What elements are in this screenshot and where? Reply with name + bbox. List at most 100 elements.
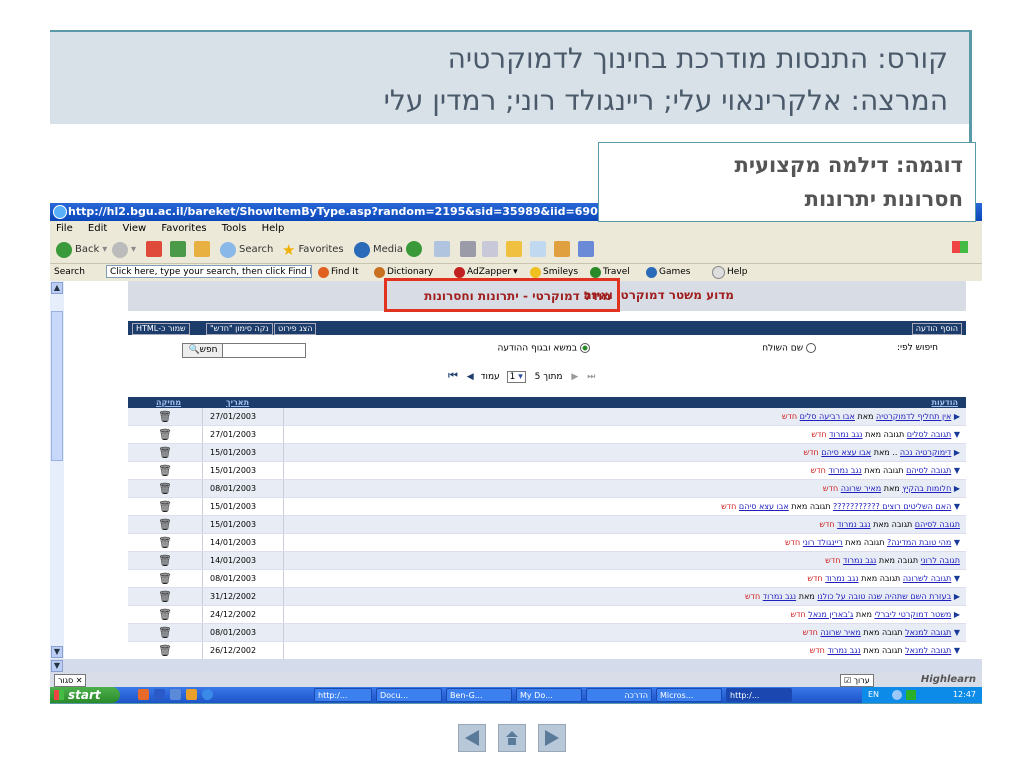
trash-icon[interactable]: 🗑 — [128, 534, 203, 551]
author-link[interactable]: אבו רביעה סלים — [800, 412, 855, 421]
edit-icon[interactable] — [482, 241, 498, 257]
tray-network-icon[interactable] — [892, 690, 902, 700]
thread-marker-icon[interactable]: ▶ — [954, 484, 960, 493]
author-link[interactable]: נגב נמרוד — [763, 592, 796, 601]
message-link[interactable]: האם השליטים רוצים ??????????? — [833, 502, 951, 511]
search-option-sender[interactable]: שם השולח — [762, 343, 816, 354]
message-link[interactable]: תגובה למנאל — [905, 646, 951, 655]
close-button[interactable]: סגור ✕ — [54, 674, 87, 687]
author-link[interactable]: אבו עצא סיהם — [739, 502, 789, 511]
start-button[interactable]: start — [50, 687, 120, 703]
links-search-field[interactable]: Click here, type your search, then click… — [106, 265, 312, 278]
search-option-subject[interactable]: במשא ובגוף ההודעה — [497, 343, 590, 354]
message-link[interactable]: תגובה לסיהם — [915, 520, 960, 529]
message-link[interactable]: תגובה לסלים — [907, 430, 952, 439]
task-http-2[interactable]: http:/... — [726, 688, 792, 702]
horizontal-scrollbar[interactable]: ▼ — [50, 659, 982, 673]
quicklaunch-powerpoint-icon[interactable] — [138, 689, 149, 700]
stop-icon[interactable] — [146, 241, 162, 257]
task-http-1[interactable]: http:/... — [314, 688, 372, 702]
search-input[interactable] — [222, 343, 306, 358]
show-details-button[interactable]: הצג פירוט — [274, 323, 317, 335]
tray-app-icon[interactable] — [906, 690, 916, 700]
author-link[interactable]: אבו עצא סיהם — [821, 448, 871, 457]
radio-sender[interactable] — [806, 343, 816, 353]
thread-marker-icon[interactable]: ▼ — [954, 628, 960, 637]
discuss-icon[interactable] — [530, 241, 546, 257]
favorites-button[interactable]: ★ Favorites — [282, 241, 344, 259]
folder-icon[interactable] — [506, 241, 522, 257]
search-button[interactable]: Search — [220, 241, 273, 259]
thread-marker-icon[interactable]: ▼ — [954, 502, 960, 511]
col-date[interactable]: תאריך — [226, 397, 249, 408]
message-link[interactable]: חלומות בהקיץ — [902, 484, 951, 493]
author-link[interactable]: מאיר שרונה — [820, 628, 860, 637]
thread-marker-icon[interactable]: ▼ — [954, 466, 960, 475]
trash-icon[interactable]: 🗑 — [128, 480, 203, 497]
thread-marker-icon[interactable]: ▶ — [954, 610, 960, 619]
quicklaunch-ie-icon[interactable] — [202, 689, 213, 700]
thread-marker-icon[interactable]: ▼ — [954, 430, 960, 439]
thread-marker-icon[interactable]: ▼ — [954, 574, 960, 583]
message-link[interactable]: תגובה למנאל — [905, 628, 951, 637]
task-my-documents[interactable]: My Do... — [516, 688, 582, 702]
author-link[interactable]: נגב נמרוד — [828, 466, 861, 475]
trash-icon[interactable]: 🗑 — [128, 426, 203, 443]
message-link[interactable]: בעזרת השם שתהיה שנה טובה על כולנו — [817, 592, 951, 601]
message-link[interactable]: אין תחליף לדמוקרטיה — [876, 412, 951, 421]
media-button[interactable]: Media — [354, 241, 403, 259]
trash-icon[interactable]: 🗑 — [128, 516, 203, 533]
menu-help[interactable]: Help — [262, 223, 285, 234]
mail-icon[interactable] — [434, 241, 450, 257]
search-submit-button[interactable]: חפש🔍 — [182, 343, 224, 358]
thread-marker-icon[interactable]: ▶ — [954, 412, 960, 421]
save-html-button[interactable]: שמור כ-HTML — [132, 323, 190, 335]
menu-file[interactable]: File — [56, 223, 73, 234]
messenger-icon[interactable] — [578, 241, 594, 257]
thread-marker-icon[interactable]: ▶ — [954, 448, 960, 457]
next-page-icon[interactable]: ▶ — [571, 372, 578, 382]
add-message-button[interactable]: הוסף הודעה — [911, 323, 962, 335]
home-icon[interactable] — [194, 241, 210, 257]
quicklaunch-outlook-icon[interactable] — [170, 689, 181, 700]
first-page-icon[interactable]: ⏮ — [448, 369, 458, 382]
vertical-scrollbar[interactable]: ▲ ▼ — [50, 281, 65, 659]
menu-tools[interactable]: Tools — [222, 223, 247, 234]
prev-page-icon[interactable]: ◀ — [467, 372, 474, 382]
message-link[interactable]: תגובה לרוני — [921, 556, 960, 565]
trash-icon[interactable]: 🗑 — [128, 462, 203, 479]
author-link[interactable]: נגב נמרוד — [837, 520, 870, 529]
task-hadracha[interactable]: הדרכה — [586, 688, 652, 702]
scroll-thumb[interactable] — [51, 311, 63, 461]
thread-marker-icon[interactable]: ▼ — [954, 538, 960, 547]
task-microsoft[interactable]: Micros... — [656, 688, 722, 702]
back-button[interactable]: Back ▾ — [56, 241, 107, 259]
col-messages[interactable]: הודעות — [932, 397, 958, 408]
trash-icon[interactable]: 🗑 — [128, 588, 203, 605]
task-ben-gurion[interactable]: Ben-G... — [446, 688, 512, 702]
language-indicator[interactable]: EN — [868, 687, 879, 703]
scroll-down-icon[interactable]: ▼ — [51, 646, 63, 658]
author-link[interactable]: ריינגולד רוני — [803, 538, 843, 547]
trash-icon[interactable]: 🗑 — [128, 552, 203, 569]
trash-icon[interactable]: 🗑 — [128, 408, 203, 425]
history-icon[interactable] — [406, 241, 422, 257]
radio-subject[interactable] — [580, 343, 590, 353]
author-link[interactable]: נגב נמרוד — [827, 646, 860, 655]
message-link[interactable]: מהי טובת המדינה? — [887, 538, 951, 547]
author-link[interactable]: מאיר שרונה — [841, 484, 881, 493]
trash-icon[interactable]: 🗑 — [128, 498, 203, 515]
message-link[interactable]: תגובה לסיהם — [906, 466, 951, 475]
link-games[interactable]: Games — [646, 264, 690, 281]
thread-marker-icon[interactable]: ▼ — [954, 646, 960, 655]
task-documents[interactable]: Docu... — [376, 688, 442, 702]
author-link[interactable]: נגב נמרוד — [829, 430, 862, 439]
menu-edit[interactable]: Edit — [88, 223, 107, 234]
home-slide-button[interactable] — [498, 724, 526, 752]
link-help[interactable]: Help — [712, 264, 748, 281]
refresh-icon[interactable] — [170, 241, 186, 257]
trash-icon[interactable]: 🗑 — [128, 624, 203, 641]
next-slide-button[interactable] — [538, 724, 566, 752]
last-page-icon[interactable]: ⏭ — [587, 372, 595, 382]
menu-view[interactable]: View — [122, 223, 146, 234]
